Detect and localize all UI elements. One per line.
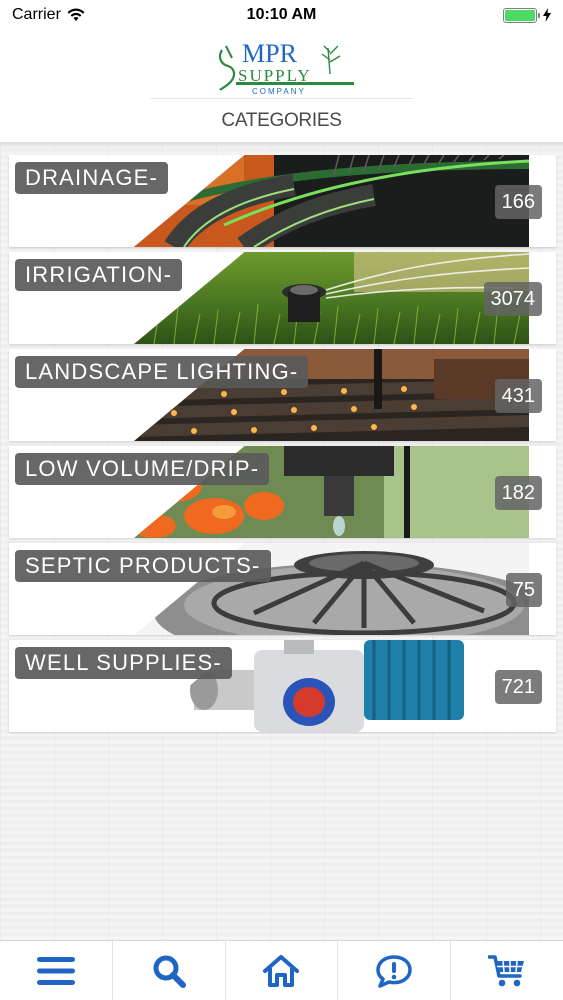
search-icon xyxy=(153,955,186,988)
battery-icon xyxy=(503,7,540,23)
category-card-septic-products[interactable]: SEPTIC PRODUCTS- 75 xyxy=(9,543,556,635)
wifi-icon xyxy=(67,8,85,21)
category-label: LANDSCAPE LIGHTING- xyxy=(15,356,309,388)
header-shadow xyxy=(0,142,563,148)
category-count-badge: 3074 xyxy=(483,282,542,316)
category-count-badge: 182 xyxy=(494,476,542,510)
category-card-well-supplies[interactable]: WELL SUPPLIES- 721 xyxy=(9,640,556,732)
category-list: DRAINAGE- 166 IRRIGATION- 3074 LANDSCAPE… xyxy=(9,155,556,737)
status-left: Carrier xyxy=(12,6,152,24)
tab-search[interactable] xyxy=(113,941,226,1000)
company-logo[interactable]: MPR SUPPLY COMPANY xyxy=(216,38,356,96)
tab-cart[interactable] xyxy=(451,941,563,1000)
logo-company-text: COMPANY xyxy=(252,87,306,96)
irrigation-image xyxy=(134,252,529,344)
category-count-badge: 75 xyxy=(505,573,542,607)
bottom-tab-bar xyxy=(0,940,563,1000)
category-label: SEPTIC PRODUCTS- xyxy=(15,550,271,582)
home-icon xyxy=(263,954,300,987)
category-label: DRAINAGE- xyxy=(15,162,169,194)
category-label: WELL SUPPLIES- xyxy=(15,647,232,679)
category-card-low-volume-drip[interactable]: LOW VOLUME/DRIP- 182 xyxy=(9,446,556,538)
status-bar: Carrier 10:10 AM xyxy=(0,0,563,30)
status-right xyxy=(411,7,551,23)
category-card-irrigation[interactable]: IRRIGATION- 3074 xyxy=(9,252,556,344)
status-time: 10:10 AM xyxy=(246,6,317,23)
cart-icon xyxy=(488,954,525,986)
header-divider xyxy=(150,98,413,99)
category-count-badge: 431 xyxy=(494,379,542,413)
chat-icon xyxy=(376,954,413,988)
category-count-badge: 721 xyxy=(494,670,542,704)
drainage-image xyxy=(134,155,529,247)
page-title: CATEGORIES xyxy=(221,110,342,131)
category-card-drainage[interactable]: DRAINAGE- 166 xyxy=(9,155,556,247)
carrier-label: Carrier xyxy=(12,6,61,23)
category-count-badge: 166 xyxy=(494,185,542,219)
category-label: IRRIGATION- xyxy=(15,259,183,291)
tab-menu[interactable] xyxy=(0,941,113,1000)
charging-icon xyxy=(543,8,551,22)
menu-icon xyxy=(36,956,75,985)
category-label: LOW VOLUME/DRIP- xyxy=(15,453,270,485)
app-header: MPR SUPPLY COMPANY CATEGORIES xyxy=(0,30,563,142)
logo-main-text: MPR xyxy=(242,39,298,68)
tab-chat[interactable] xyxy=(338,941,452,1000)
tab-home[interactable] xyxy=(226,941,339,1000)
category-card-landscape-lighting[interactable]: LANDSCAPE LIGHTING- 431 xyxy=(9,349,556,441)
